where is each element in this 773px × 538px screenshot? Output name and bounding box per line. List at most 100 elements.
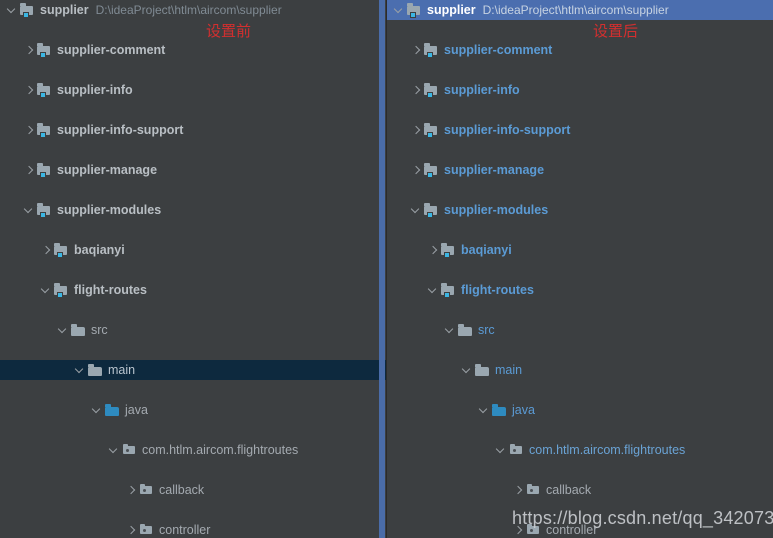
module-folder-icon — [37, 83, 52, 98]
module-folder-icon — [424, 163, 439, 178]
tree-row-label: supplier — [40, 3, 89, 17]
tree-row-label: flight-routes — [74, 283, 147, 297]
tree-row-label: flight-routes — [461, 283, 534, 297]
tree-row[interactable]: baqianyi — [387, 240, 773, 260]
tree-row-label: callback — [546, 483, 592, 497]
tree-row-label: supplier-manage — [57, 163, 158, 177]
tree-row[interactable]: supplier-manage — [387, 160, 773, 180]
tree-row[interactable]: supplier-info-support — [0, 120, 386, 140]
tree-row-content: baqianyi — [429, 240, 512, 260]
tree-row[interactable]: src — [0, 320, 386, 340]
tree-row-content: supplier-manage — [412, 160, 544, 180]
tree-row-content: com.htlm.aircom.flightroutes — [497, 440, 685, 460]
chevron-down-icon[interactable] — [412, 206, 421, 215]
tree-row-label: controller — [159, 523, 211, 537]
scrollbar-thumb[interactable] — [379, 0, 385, 538]
project-tree-after[interactable]: supplier D:\ideaProject\htlm\aircom\suppl… — [387, 0, 773, 538]
tree-body-before[interactable]: supplier D:\ideaProject\htlm\aircom\suppl… — [0, 0, 386, 538]
tree-row-content: supplier-modules — [412, 200, 548, 220]
tree-row-label: supplier-info — [57, 83, 133, 97]
tree-row[interactable]: supplier-comment — [0, 40, 386, 60]
tree-row[interactable]: supplier-info — [0, 80, 386, 100]
tree-row-label: com.htlm.aircom.flightroutes — [142, 443, 299, 457]
chevron-right-icon[interactable] — [25, 126, 34, 135]
tree-row-content: supplier-comment — [412, 40, 552, 60]
chevron-down-icon[interactable] — [463, 366, 472, 375]
tree-row[interactable]: controller — [0, 520, 386, 538]
module-folder-icon — [424, 123, 439, 138]
chevron-right-icon[interactable] — [412, 166, 421, 175]
chevron-right-icon[interactable] — [25, 86, 34, 95]
chevron-right-icon[interactable] — [127, 526, 136, 535]
vertical-scrollbar[interactable] — [378, 0, 386, 538]
tree-row[interactable]: baqianyi — [0, 240, 386, 260]
module-folder-icon — [37, 163, 52, 178]
tree-row[interactable]: main — [387, 360, 773, 380]
chevron-right-icon[interactable] — [25, 46, 34, 55]
module-folder-icon — [424, 43, 439, 58]
tree-row[interactable]: flight-routes — [0, 280, 386, 300]
tree-row-label: main — [495, 363, 523, 377]
chevron-down-icon[interactable] — [42, 286, 51, 295]
tree-body-after[interactable]: supplier D:\ideaProject\htlm\aircom\suppl… — [387, 0, 773, 538]
package-folder-icon — [526, 483, 541, 498]
tree-row-content: supplier-modules — [25, 200, 161, 220]
tree-row-content: src — [446, 320, 495, 340]
chevron-down-icon[interactable] — [446, 326, 455, 335]
project-tree-before[interactable]: supplier D:\ideaProject\htlm\aircom\suppl… — [0, 0, 386, 538]
chevron-down-icon[interactable] — [76, 366, 85, 375]
tree-row[interactable]: com.htlm.aircom.flightroutes — [387, 440, 773, 460]
watermark-url: https://blog.csdn.net/qq_34207366 — [512, 508, 773, 528]
tree-row[interactable]: supplier-manage — [0, 160, 386, 180]
chevron-right-icon[interactable] — [127, 486, 136, 495]
chevron-right-icon[interactable] — [42, 246, 51, 255]
chevron-down-icon[interactable] — [497, 446, 506, 455]
tree-row-label: supplier-modules — [444, 203, 549, 217]
tree-row-content: main — [76, 360, 135, 380]
chevron-down-icon[interactable] — [93, 406, 102, 415]
chevron-right-icon[interactable] — [412, 86, 421, 95]
tree-row-content: java — [93, 400, 148, 420]
tree-row[interactable]: src — [387, 320, 773, 340]
tree-row[interactable]: callback — [0, 480, 386, 500]
tree-row[interactable]: flight-routes — [387, 280, 773, 300]
tree-row-content: flight-routes — [42, 280, 147, 300]
module-folder-icon — [424, 83, 439, 98]
chevron-right-icon[interactable] — [514, 486, 523, 495]
folder-icon — [88, 363, 103, 378]
chevron-down-icon[interactable] — [59, 326, 68, 335]
tree-row[interactable]: java — [387, 400, 773, 420]
tree-row-label: src — [91, 323, 108, 337]
tree-row[interactable]: supplier D:\ideaProject\htlm\aircom\suppl… — [0, 0, 386, 20]
tree-row[interactable]: com.htlm.aircom.flightroutes — [0, 440, 386, 460]
chevron-down-icon[interactable] — [429, 286, 438, 295]
chevron-right-icon[interactable] — [412, 126, 421, 135]
tree-row[interactable]: supplier D:\ideaProject\htlm\aircom\suppl… — [387, 0, 773, 20]
chevron-right-icon[interactable] — [429, 246, 438, 255]
tree-row-label: supplier-info — [444, 83, 520, 97]
chevron-down-icon[interactable] — [25, 206, 34, 215]
tree-row-label: src — [478, 323, 495, 337]
project-path-label: D:\ideaProject\htlm\aircom\supplier — [95, 3, 282, 17]
tree-row[interactable]: supplier-modules — [0, 200, 386, 220]
tree-row[interactable]: supplier-modules — [387, 200, 773, 220]
chevron-down-icon[interactable] — [480, 406, 489, 415]
annotation-before: 设置前 — [206, 22, 252, 40]
tree-row-content: supplier-info — [25, 80, 133, 100]
tree-row[interactable]: callback — [387, 480, 773, 500]
tree-row-content: supplier D:\ideaProject\htlm\aircom\suppl… — [8, 0, 282, 20]
chevron-right-icon[interactable] — [412, 46, 421, 55]
tree-row[interactable]: supplier-comment — [387, 40, 773, 60]
tree-row-content: controller — [127, 520, 210, 538]
chevron-right-icon[interactable] — [25, 166, 34, 175]
folder-icon — [458, 323, 473, 338]
tree-row-label: java — [125, 403, 148, 417]
module-folder-icon — [37, 203, 52, 218]
tree-row[interactable]: main — [0, 360, 386, 380]
tree-row[interactable]: java — [0, 400, 386, 420]
tree-row[interactable]: supplier-info-support — [387, 120, 773, 140]
chevron-down-icon[interactable] — [395, 6, 404, 15]
chevron-down-icon[interactable] — [8, 6, 17, 15]
tree-row[interactable]: supplier-info — [387, 80, 773, 100]
chevron-down-icon[interactable] — [110, 446, 119, 455]
